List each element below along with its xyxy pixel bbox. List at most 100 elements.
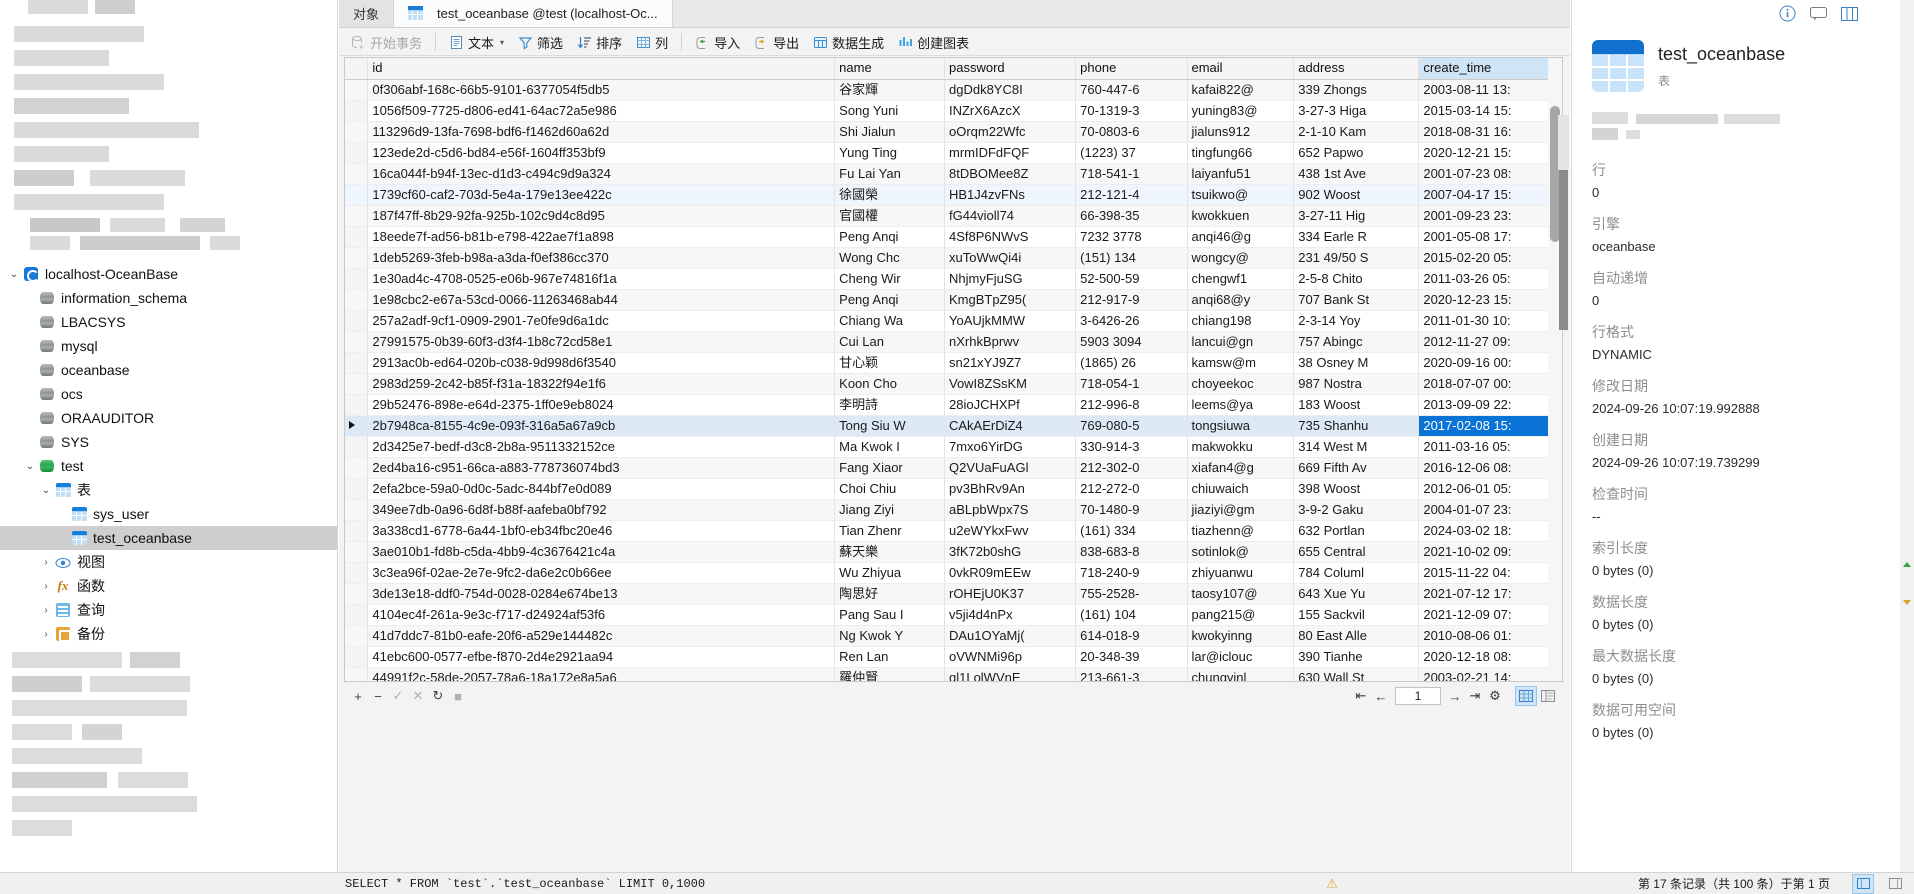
import-button[interactable]: 导入 — [689, 31, 746, 53]
row-header-cell[interactable] — [345, 394, 369, 416]
scroll-down-marker-icon[interactable] — [1903, 600, 1911, 605]
cell-address[interactable]: 231 49/50 S — [1293, 247, 1420, 269]
cell-address[interactable]: 334 Earle R — [1293, 226, 1420, 248]
cell-address[interactable]: 38 Osney M — [1293, 352, 1420, 374]
cell-address[interactable]: 643 Xue Yu — [1293, 583, 1420, 605]
cell-password[interactable]: oVWNMi96p — [944, 646, 1077, 668]
column-header-email[interactable]: email — [1187, 58, 1295, 80]
table-row[interactable]: 1deb5269-3feb-b98a-a3da-f0ef386cc370 Wong… — [345, 247, 1562, 269]
row-header-cell[interactable] — [345, 247, 369, 269]
cell-password[interactable]: nXrhkBprwv — [944, 331, 1077, 353]
cell-address[interactable]: 155 Sackvil — [1293, 604, 1420, 626]
table-row[interactable]: 29b52476-898e-e64d-2375-1ff0e9eb8024 李明詩 2… — [345, 394, 1562, 416]
cell-password[interactable]: xuToWwQi4i — [944, 247, 1077, 269]
row-header-cell[interactable] — [345, 331, 369, 353]
cell-email[interactable]: lar@iclouc — [1187, 646, 1295, 668]
cell-email[interactable]: lancui@gn — [1187, 331, 1295, 353]
row-header-cell[interactable] — [345, 310, 369, 332]
cell-email[interactable]: kafai822@ — [1187, 79, 1295, 101]
cell-id[interactable]: 29b52476-898e-e64d-2375-1ff0e9eb8024 — [367, 394, 836, 416]
cell-phone[interactable]: (1865) 26 — [1075, 352, 1188, 374]
chevron-down-icon[interactable]: ▾ — [500, 38, 504, 47]
cell-password[interactable]: KmgBTpZ95( — [944, 289, 1077, 311]
cell-id[interactable]: 2ed4ba16-c951-66ca-a883-778736074bd3 — [367, 457, 836, 479]
cell-password[interactable]: 28ioJCHXPf — [944, 394, 1077, 416]
cell-password[interactable]: NhjmyFjuSG — [944, 268, 1077, 290]
data-grid-header-row[interactable]: id name password phone email address create_ti… — [345, 58, 1562, 80]
row-header-cell[interactable] — [345, 352, 369, 374]
cell-phone[interactable]: 718-541-1 — [1075, 163, 1188, 185]
filter-button[interactable]: 筛选 — [512, 31, 569, 53]
tree-item-lbacsys[interactable]: ⌄LBACSYS — [0, 310, 337, 334]
row-header-cell[interactable] — [345, 646, 369, 668]
refresh-button[interactable]: ↻ — [428, 686, 448, 706]
object-tree-sidebar[interactable]: ⌄localhost-OceanBase⌄information_schema⌄… — [0, 0, 338, 872]
cell-password[interactable]: 7mxo6YirDG — [944, 436, 1077, 458]
row-header-cell[interactable] — [345, 373, 369, 395]
cell-address[interactable]: 669 Fifth Av — [1293, 457, 1420, 479]
apply-changes-button[interactable]: ✓ — [388, 686, 408, 706]
cell-email[interactable]: tongsiuwa — [1187, 415, 1295, 437]
cell-name[interactable]: Fu Lai Yan — [834, 163, 945, 185]
cell-create_time[interactable]: 2020-12-18 08: — [1418, 646, 1562, 668]
tree-item--[interactable]: › fx 函数 — [0, 574, 337, 598]
cell-address[interactable]: 183 Woost — [1293, 394, 1420, 416]
next-page-button[interactable]: → — [1445, 686, 1465, 706]
cell-password[interactable]: mrmIDFdFQF — [944, 142, 1077, 164]
data-grid-body[interactable]: 0f306abf-168c-66b5-9101-6377054f5db5 谷家輝 d… — [345, 79, 1562, 681]
cell-email[interactable]: wongcy@ — [1187, 247, 1295, 269]
cell-create_time[interactable]: 2024-03-02 18: — [1418, 520, 1562, 542]
cell-id[interactable]: 1056f509-7725-d806-ed41-64ac72a5e986 — [367, 100, 836, 122]
cell-email[interactable]: yuning83@ — [1187, 100, 1295, 122]
cell-phone[interactable]: 213-661-3 — [1075, 667, 1188, 681]
tab-table-editor[interactable]: test_oceanbase @test (localhost-Oc... — [394, 0, 673, 27]
cell-create_time[interactable]: 2010-08-06 01: — [1418, 625, 1562, 647]
cell-address[interactable]: 655 Central — [1293, 541, 1420, 563]
cell-name[interactable]: Yung Ting — [834, 142, 945, 164]
table-row[interactable]: 44991f2c-58de-2057-78a6-18a172e8a5a6 羅仲賢 g… — [345, 667, 1562, 681]
cell-id[interactable]: 44991f2c-58de-2057-78a6-18a172e8a5a6 — [367, 667, 836, 681]
scroll-up-marker-icon[interactable] — [1903, 562, 1911, 567]
cell-address[interactable]: 757 Abingc — [1293, 331, 1420, 353]
cell-phone[interactable]: 52-500-59 — [1075, 268, 1188, 290]
cell-name[interactable]: Koon Cho — [834, 373, 945, 395]
cell-id[interactable]: 18eede7f-ad56-b81b-e798-422ae7f1a898 — [367, 226, 836, 248]
tab-strip[interactable]: 对象 test_oceanbase @test (localhost-Oc... — [339, 0, 1570, 28]
cell-address[interactable]: 2-5-8 Chito — [1293, 268, 1420, 290]
cell-phone[interactable]: 769-080-5 — [1075, 415, 1188, 437]
cell-id[interactable]: 41ebc600-0577-efbe-f870-2d4e2921aa94 — [367, 646, 836, 668]
data-generation-button[interactable]: 数据生成 — [807, 31, 890, 53]
cell-email[interactable]: jiaziyi@gm — [1187, 499, 1295, 521]
cell-id[interactable]: 3de13e18-ddf0-754d-0028-0284e674be13 — [367, 583, 836, 605]
cell-name[interactable]: Choi Chiu — [834, 478, 945, 500]
chevron-down-icon[interactable]: ⌄ — [6, 266, 22, 282]
form-view-toggle[interactable] — [1537, 686, 1559, 706]
cell-address[interactable]: 987 Nostra — [1293, 373, 1420, 395]
cell-name[interactable]: 陶思好 — [834, 583, 945, 605]
cell-address[interactable]: 3-27-11 Hig — [1293, 205, 1420, 227]
cell-password[interactable]: 8tDBOMee8Z — [944, 163, 1077, 185]
columns-button[interactable]: 列 — [630, 31, 674, 53]
cell-email[interactable]: kwokkuen — [1187, 205, 1295, 227]
chevron-right-icon[interactable]: › — [38, 578, 54, 594]
cell-address[interactable]: 80 East Alle — [1293, 625, 1420, 647]
cell-phone[interactable]: (1223) 37 — [1075, 142, 1188, 164]
table-row[interactable]: 2b7948ca-8155-4c9e-093f-316a5a67a9cb Tong… — [345, 415, 1562, 437]
tree-item--[interactable]: › 备份 — [0, 622, 337, 646]
cell-name[interactable]: 李明詩 — [834, 394, 945, 416]
table-row[interactable]: 1e30ad4c-4708-0525-e06b-967e74816f1a Chen… — [345, 268, 1562, 290]
cell-phone[interactable]: 212-917-9 — [1075, 289, 1188, 311]
row-header-cell[interactable] — [345, 142, 369, 164]
cell-address[interactable]: 632 Portlan — [1293, 520, 1420, 542]
tree-item--[interactable]: ⌄ 表 — [0, 478, 337, 502]
table-row[interactable]: 187f47ff-8b29-92fa-925b-102c9d4c8d95 官國權 f… — [345, 205, 1562, 227]
cell-phone[interactable]: 718-240-9 — [1075, 562, 1188, 584]
table-row[interactable]: 1056f509-7725-d806-ed41-64ac72a5e986 Song… — [345, 100, 1562, 122]
cell-password[interactable]: rOHEjU0K37 — [944, 583, 1077, 605]
cell-phone[interactable]: 718-054-1 — [1075, 373, 1188, 395]
row-header-cell[interactable] — [345, 478, 369, 500]
cell-id[interactable]: 1deb5269-3feb-b98a-a3da-f0ef386cc370 — [367, 247, 836, 269]
cell-name[interactable]: Ren Lan — [834, 646, 945, 668]
cell-id[interactable]: 41d7ddc7-81b0-eafe-20f6-a529e144482c — [367, 625, 836, 647]
cell-email[interactable]: tingfung66 — [1187, 142, 1295, 164]
